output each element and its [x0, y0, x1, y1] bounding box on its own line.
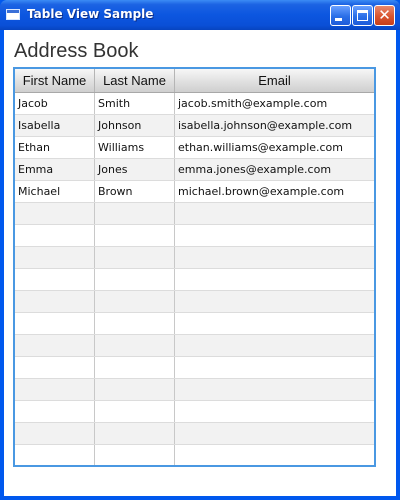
empty-cell[interactable]: [175, 247, 374, 268]
app-window-icon[interactable]: [6, 9, 20, 20]
window-content: Address Book First Name Last Name Email …: [4, 30, 396, 496]
cell-last-name[interactable]: Jones: [95, 159, 175, 180]
empty-cell[interactable]: [95, 291, 175, 312]
empty-cell[interactable]: [95, 269, 175, 290]
column-header-email[interactable]: Email: [175, 69, 374, 92]
empty-cell[interactable]: [15, 225, 95, 246]
cell-first-name[interactable]: Ethan: [15, 137, 95, 158]
table-row[interactable]: Ethan Williams ethan.williams@example.co…: [15, 137, 374, 159]
empty-cell[interactable]: [95, 313, 175, 334]
empty-cell[interactable]: [175, 401, 374, 422]
empty-table-row[interactable]: [15, 357, 374, 379]
cell-first-name[interactable]: Michael: [15, 181, 95, 202]
cell-email[interactable]: jacob.smith@example.com: [175, 93, 374, 114]
empty-cell[interactable]: [15, 313, 95, 334]
empty-cell[interactable]: [15, 203, 95, 224]
empty-cell[interactable]: [95, 379, 175, 400]
address-table[interactable]: First Name Last Name Email Jacob Smith j…: [13, 67, 376, 467]
cell-last-name[interactable]: Williams: [95, 137, 175, 158]
empty-cell[interactable]: [95, 203, 175, 224]
empty-cell[interactable]: [15, 423, 95, 444]
maximize-icon: [357, 10, 368, 21]
empty-cell[interactable]: [175, 313, 374, 334]
empty-cell[interactable]: [175, 335, 374, 356]
table-row[interactable]: Isabella Johnson isabella.johnson@exampl…: [15, 115, 374, 137]
empty-table-row[interactable]: [15, 423, 374, 445]
empty-table-row[interactable]: [15, 291, 374, 313]
minimize-button[interactable]: [330, 5, 351, 26]
empty-table-row[interactable]: [15, 401, 374, 423]
cell-first-name[interactable]: Isabella: [15, 115, 95, 136]
title-bar[interactable]: Table View Sample ✕: [0, 0, 400, 30]
empty-table-row[interactable]: [15, 225, 374, 247]
column-header-last-name[interactable]: Last Name: [95, 69, 175, 92]
cell-last-name[interactable]: Johnson: [95, 115, 175, 136]
table-row[interactable]: Michael Brown michael.brown@example.com: [15, 181, 374, 203]
empty-cell[interactable]: [95, 225, 175, 246]
close-button[interactable]: ✕: [374, 5, 395, 26]
column-header-first-name[interactable]: First Name: [15, 69, 95, 92]
empty-cell[interactable]: [175, 203, 374, 224]
empty-table-row[interactable]: [15, 445, 374, 465]
empty-cell[interactable]: [175, 269, 374, 290]
empty-cell[interactable]: [15, 379, 95, 400]
empty-table-row[interactable]: [15, 247, 374, 269]
empty-cell[interactable]: [15, 269, 95, 290]
empty-cell[interactable]: [95, 401, 175, 422]
empty-cell[interactable]: [95, 423, 175, 444]
table-row[interactable]: Emma Jones emma.jones@example.com: [15, 159, 374, 181]
empty-table-row[interactable]: [15, 203, 374, 225]
window-title: Table View Sample: [27, 7, 154, 21]
cell-first-name[interactable]: Emma: [15, 159, 95, 180]
table-header: First Name Last Name Email: [15, 69, 374, 93]
cell-first-name[interactable]: Jacob: [15, 93, 95, 114]
empty-cell[interactable]: [15, 445, 95, 465]
empty-cell[interactable]: [15, 401, 95, 422]
empty-table-row[interactable]: [15, 335, 374, 357]
empty-cell[interactable]: [175, 291, 374, 312]
cell-last-name[interactable]: Smith: [95, 93, 175, 114]
empty-table-row[interactable]: [15, 269, 374, 291]
empty-cell[interactable]: [15, 247, 95, 268]
empty-cell[interactable]: [175, 445, 374, 465]
close-icon: ✕: [378, 6, 391, 24]
minimize-icon: [335, 18, 342, 21]
cell-email[interactable]: isabella.johnson@example.com: [175, 115, 374, 136]
empty-cell[interactable]: [175, 225, 374, 246]
empty-cell[interactable]: [95, 335, 175, 356]
page-title: Address Book: [14, 40, 139, 62]
cell-email[interactable]: ethan.williams@example.com: [175, 137, 374, 158]
table-body: Jacob Smith jacob.smith@example.com Isab…: [15, 93, 374, 465]
empty-cell[interactable]: [95, 357, 175, 378]
empty-cell[interactable]: [175, 423, 374, 444]
empty-cell[interactable]: [175, 357, 374, 378]
empty-cell[interactable]: [15, 291, 95, 312]
empty-table-row[interactable]: [15, 379, 374, 401]
empty-cell[interactable]: [15, 335, 95, 356]
empty-cell[interactable]: [95, 247, 175, 268]
table-row[interactable]: Jacob Smith jacob.smith@example.com: [15, 93, 374, 115]
cell-last-name[interactable]: Brown: [95, 181, 175, 202]
empty-cell[interactable]: [15, 357, 95, 378]
empty-table-row[interactable]: [15, 313, 374, 335]
cell-email[interactable]: michael.brown@example.com: [175, 181, 374, 202]
maximize-button[interactable]: [352, 5, 373, 26]
cell-email[interactable]: emma.jones@example.com: [175, 159, 374, 180]
empty-cell[interactable]: [175, 379, 374, 400]
empty-cell[interactable]: [95, 445, 175, 465]
app-window: Table View Sample ✕ Address Book First N…: [0, 0, 400, 500]
